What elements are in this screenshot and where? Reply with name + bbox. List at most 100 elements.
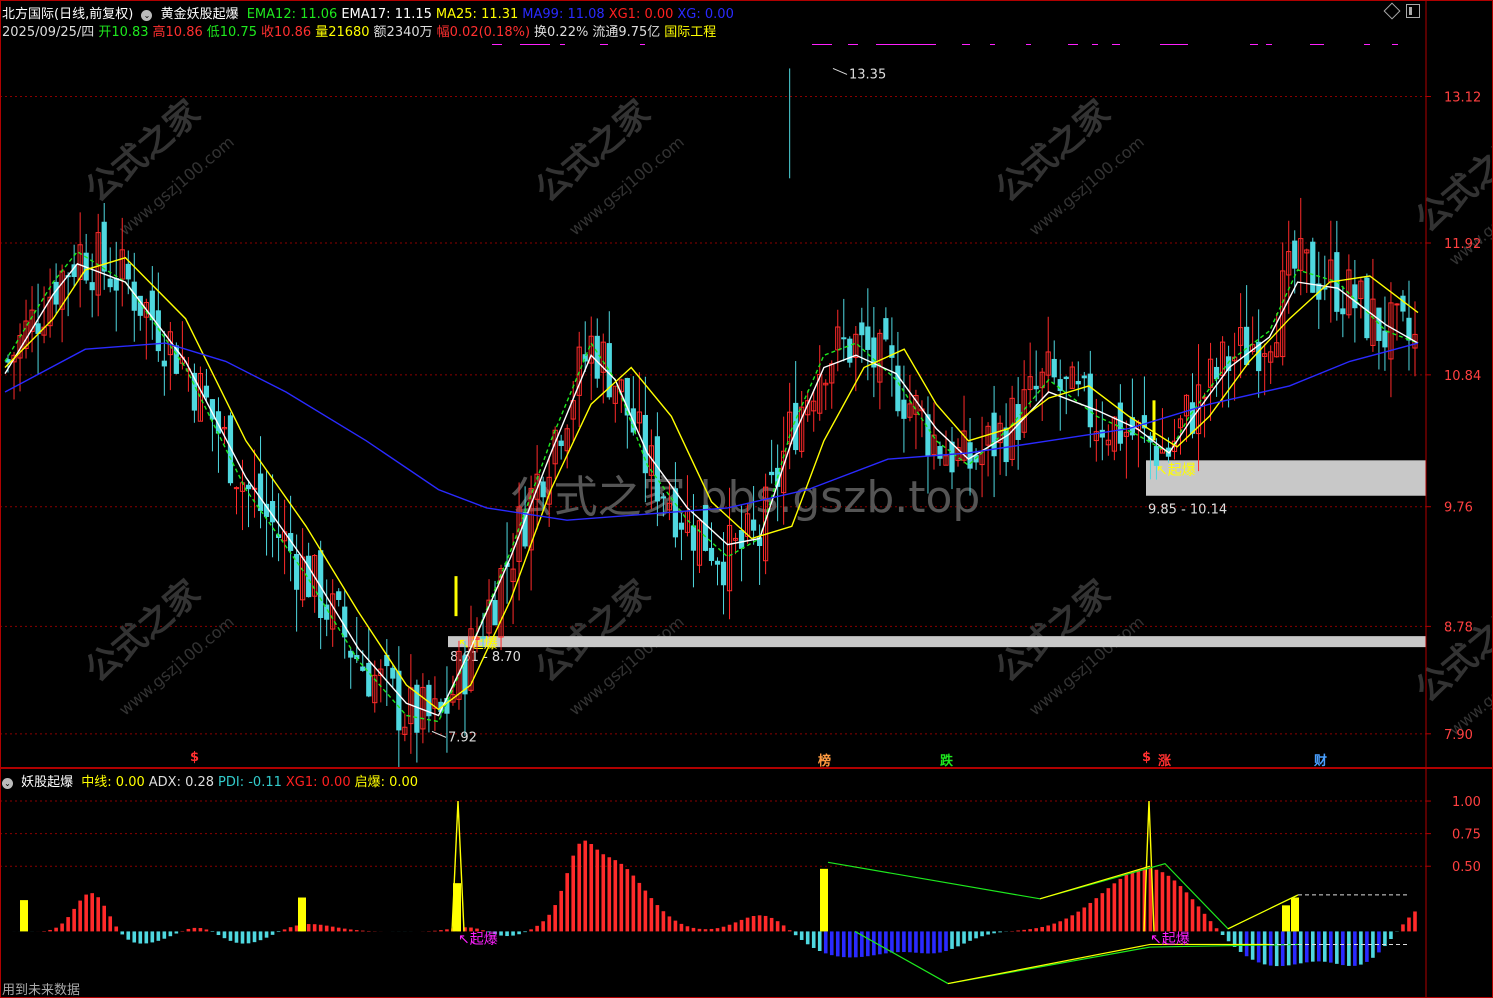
candle-body bbox=[895, 365, 901, 412]
sub-tick-label: 0.75 bbox=[1452, 828, 1481, 843]
candle-body bbox=[1075, 380, 1081, 385]
watermark-cn: 公式之家 bbox=[78, 93, 208, 211]
candle-body bbox=[901, 399, 907, 419]
candle-body bbox=[492, 600, 498, 626]
event-marker[interactable]: $ bbox=[190, 750, 199, 765]
sub-highlight bbox=[1282, 905, 1290, 932]
signal-dash bbox=[1364, 44, 1370, 45]
quote-value-4: 收10.86 bbox=[260, 25, 312, 40]
candle-body bbox=[690, 525, 697, 551]
watermark-cn: 公式之家 bbox=[1408, 593, 1493, 711]
candle-body bbox=[1382, 330, 1388, 348]
candle-body bbox=[949, 441, 955, 473]
event-marker[interactable]: 财 bbox=[1314, 750, 1327, 769]
candle-body bbox=[750, 519, 757, 531]
candle-body bbox=[1213, 366, 1220, 380]
extreme-label: 13.35 bbox=[849, 67, 886, 82]
candle-body bbox=[1033, 385, 1039, 390]
signal-range: 9.85 - 10.14 bbox=[1148, 503, 1227, 518]
candle-body bbox=[1081, 375, 1087, 379]
candle-body bbox=[660, 496, 667, 499]
candle-body bbox=[540, 481, 546, 498]
candle-body bbox=[1340, 308, 1346, 315]
quote-value-2: 高10.86 bbox=[152, 25, 203, 40]
candle-body bbox=[257, 473, 264, 512]
ma-values: EMA12: 11.06 EMA17: 11.15 MA25: 11.31 MA99:… bbox=[247, 7, 738, 22]
price-tick-label: 11.92 bbox=[1444, 237, 1481, 252]
candle-body bbox=[1352, 284, 1358, 309]
sub-dropdown-icon[interactable]: ⌄ bbox=[2, 778, 13, 789]
sub-signal-label: ↖起爆 bbox=[1150, 931, 1190, 947]
candle-body bbox=[1051, 358, 1057, 378]
signal-dash bbox=[1266, 44, 1272, 45]
sub-value-4: 启爆: 0.00 bbox=[354, 775, 419, 790]
signal-dash bbox=[1310, 44, 1324, 45]
candle-body bbox=[269, 501, 276, 523]
candle-body bbox=[245, 484, 252, 490]
candle-body bbox=[714, 560, 721, 565]
sub-highlight bbox=[298, 897, 306, 932]
watermark-cn: 公式之家 bbox=[988, 573, 1118, 691]
candle-body bbox=[738, 530, 745, 549]
candle-body bbox=[708, 547, 715, 561]
quote-value-10: 国际工程 bbox=[664, 25, 717, 40]
trend-line bbox=[827, 861, 1299, 930]
candle-body bbox=[342, 606, 348, 638]
signal-dash bbox=[1392, 44, 1398, 45]
ma-value-0: EMA12: 11.06 bbox=[246, 7, 338, 22]
signal-dash bbox=[520, 44, 550, 45]
watermark-cn: 公式之家 bbox=[1408, 123, 1493, 241]
sub-values: 中线: 0.00 ADX: 0.28 PDI: -0.11 XG1: 0.00 启爆: … bbox=[81, 775, 422, 790]
stock-name[interactable]: 北方国际(日线,前复权) bbox=[2, 7, 133, 22]
sub-header: ⌄ 妖股起爆 中线: 0.00 ADX: 0.28 PDI: -0.11 XG1: 0… bbox=[2, 771, 426, 790]
sub-indicator-layer[interactable]: ↖起爆 ↖起爆 bbox=[6, 801, 1417, 985]
sub-indicator-name[interactable]: 妖股起爆 bbox=[21, 775, 73, 790]
signal-dash bbox=[812, 44, 832, 45]
main-header: 北方国际(日线,前复权) ⌄ 黄金妖股起爆 EMA12: 11.06 EMA17:… bbox=[2, 3, 742, 22]
candle-body bbox=[1364, 277, 1370, 339]
chart-canvas[interactable]: 公式之家www.gszj100.com 公式之家www.gszj100.com 公式… bbox=[0, 0, 1493, 998]
extreme-leader bbox=[832, 67, 848, 75]
sub-value-1: ADX: 0.28 bbox=[148, 775, 215, 790]
candle-body bbox=[594, 335, 600, 379]
sub-highlight bbox=[1291, 897, 1299, 932]
sub-tick-label: 0.50 bbox=[1452, 860, 1481, 875]
price-tick-label: 7.90 bbox=[1444, 728, 1473, 743]
quote-value-5: 量21680 bbox=[315, 25, 370, 40]
quote-row: 2025/09/25/四 开10.83 高10.86 低10.75 收10.86 量216… bbox=[2, 21, 720, 40]
sub-value-2: PDI: -0.11 bbox=[218, 775, 282, 790]
sub-value-0: 中线: 0.00 bbox=[81, 775, 145, 790]
candle-body bbox=[396, 670, 402, 731]
candle-body bbox=[1394, 303, 1400, 306]
quote-value-8: 换0.22% bbox=[534, 25, 589, 40]
signal-dash bbox=[600, 44, 608, 45]
candle-body bbox=[1063, 376, 1069, 380]
signal-zone bbox=[448, 636, 1426, 648]
panel-toggle-icon[interactable] bbox=[1406, 4, 1420, 18]
candle-body bbox=[865, 326, 871, 350]
event-marker[interactable]: 榜 bbox=[818, 750, 831, 769]
candle-body bbox=[366, 662, 372, 697]
signal-dash bbox=[1250, 44, 1258, 45]
candle-body bbox=[937, 446, 943, 459]
signal-dash bbox=[1092, 44, 1098, 45]
indicator-name[interactable]: 黄金妖股起爆 bbox=[161, 7, 239, 22]
extreme-label: 7.92 bbox=[448, 730, 477, 745]
event-marker[interactable]: 涨 bbox=[1158, 750, 1171, 769]
ma-value-1: EMA17: 11.15 bbox=[341, 7, 432, 22]
event-marker[interactable]: $ bbox=[1142, 750, 1151, 765]
extreme-leader bbox=[431, 730, 447, 738]
price-tick-label: 8.78 bbox=[1444, 620, 1473, 635]
candle-body bbox=[203, 385, 210, 398]
signal-dash bbox=[1026, 44, 1031, 45]
watermark-cn: 公式之家 bbox=[528, 93, 658, 211]
candle-body bbox=[769, 471, 775, 476]
quote-value-1: 开10.83 bbox=[98, 25, 149, 40]
candle-body bbox=[480, 636, 486, 639]
candle-body bbox=[1153, 446, 1160, 466]
candle-body bbox=[390, 667, 396, 679]
future-data-note: 用到未来数据 bbox=[2, 983, 81, 998]
indicator-dropdown-icon[interactable]: ⌄ bbox=[141, 10, 153, 21]
signal-label: ↖起爆 bbox=[1156, 462, 1196, 478]
event-marker[interactable]: 跌 bbox=[940, 750, 953, 769]
